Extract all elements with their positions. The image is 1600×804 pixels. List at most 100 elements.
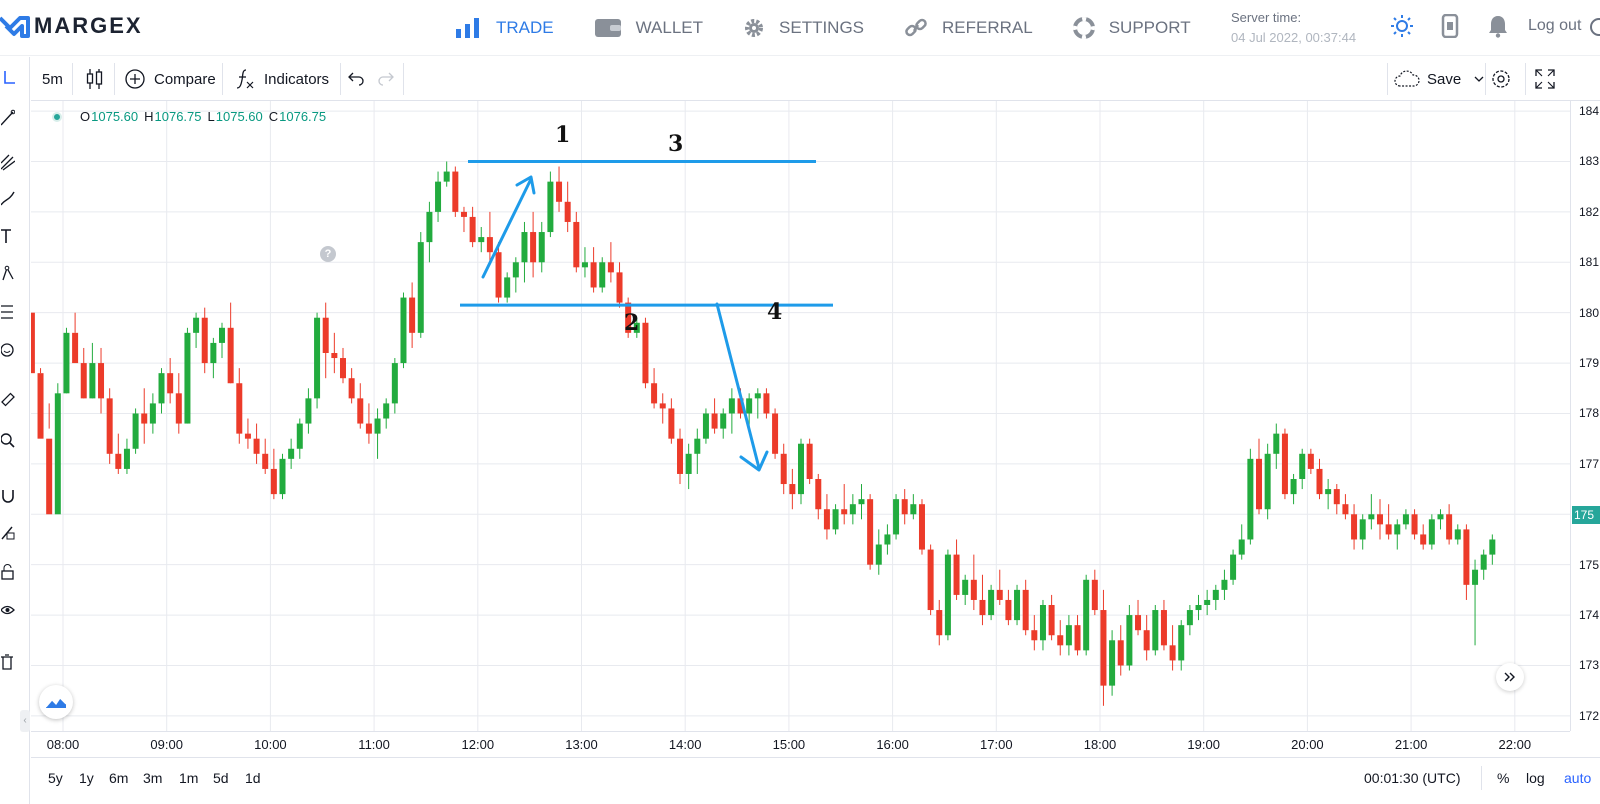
brush-tool[interactable] <box>0 187 16 209</box>
gear-icon <box>1492 70 1510 88</box>
bottom-bar: 5y 1y 6m 3m 1m 5d 1d 00:01:30 (UTC) % lo… <box>31 757 1600 804</box>
candle-body <box>616 272 623 303</box>
save-button[interactable]: Save <box>1393 57 1485 101</box>
candle <box>296 418 303 459</box>
nav-referral[interactable]: REFERRAL <box>904 17 1033 39</box>
zoom-tool[interactable] <box>0 429 16 451</box>
nav-trade[interactable]: TRADE <box>456 18 554 38</box>
nav-referral-label: REFERRAL <box>942 18 1033 37</box>
candle <box>815 473 822 520</box>
candle-body <box>1117 640 1124 666</box>
notifications-button[interactable] <box>1486 14 1510 38</box>
compare-button[interactable]: Compare <box>124 57 216 101</box>
candle <box>1351 504 1358 550</box>
utc-clock[interactable]: 00:01:30 (UTC) <box>1364 770 1460 786</box>
candle <box>31 312 35 374</box>
time-axis[interactable]: 08:00 09:00 10:00 11:00 12:00 13:00 14:00 15:00… <box>31 731 1570 757</box>
measure-tool[interactable] <box>0 389 16 411</box>
candle-body <box>521 232 528 263</box>
range-6m[interactable]: 6m <box>109 770 128 786</box>
mobile-app-button[interactable] <box>1438 14 1462 38</box>
text-tool[interactable] <box>0 225 16 247</box>
price-label: 180 <box>1579 305 1600 320</box>
lock-tool[interactable] <box>0 561 16 583</box>
range-5d[interactable]: 5d <box>213 770 229 786</box>
collapse-toolbar-handle[interactable]: ‹ <box>20 710 30 732</box>
range-5y[interactable]: 5y <box>48 770 63 786</box>
help-icon[interactable]: ? <box>320 246 336 262</box>
prediction-tool[interactable] <box>0 301 16 323</box>
candle-body <box>219 327 226 343</box>
candle-body <box>754 393 761 399</box>
hide-drawings-tool[interactable] <box>0 599 16 621</box>
candle-body <box>1109 640 1116 686</box>
trendline-tool[interactable] <box>0 107 16 129</box>
nav-wallet-label: WALLET <box>635 18 704 37</box>
pattern-tool[interactable] <box>0 263 16 285</box>
price-label: 172 <box>1579 708 1600 723</box>
candle <box>236 368 243 444</box>
nav-trade-label: TRADE <box>496 18 554 37</box>
candle-body <box>573 221 580 268</box>
candle <box>1212 584 1219 611</box>
candle <box>521 221 528 283</box>
logout-icon[interactable] <box>1588 16 1600 38</box>
candle <box>452 166 459 217</box>
candle-body <box>1204 599 1211 605</box>
candle-body <box>37 373 44 439</box>
range-1d[interactable]: 1d <box>245 770 261 786</box>
candle-body <box>1463 529 1470 585</box>
nav-support[interactable]: SUPPORT <box>1072 17 1191 39</box>
candle <box>970 554 977 611</box>
candle-body <box>590 262 597 288</box>
interval-selector[interactable]: 5m <box>42 57 63 101</box>
candle-body <box>1368 514 1375 520</box>
candle-body <box>893 499 900 535</box>
candle-body <box>1376 514 1383 525</box>
price-scale[interactable]: 184183182181180179178177176175174173172 <box>1570 101 1600 731</box>
chart-type-button[interactable] <box>86 57 104 101</box>
candle-body <box>1048 605 1055 636</box>
candle <box>443 161 450 187</box>
candle-body <box>1005 599 1012 621</box>
tradingview-logo[interactable] <box>39 685 73 719</box>
stay-drawing-tool[interactable] <box>0 521 16 543</box>
bell-icon <box>1489 16 1507 38</box>
fib-tool[interactable] <box>0 151 16 173</box>
fullscreen-button[interactable] <box>1534 57 1556 101</box>
candle-body <box>158 373 165 404</box>
indicators-button[interactable]: Indicators <box>234 57 329 101</box>
ohlc-open: 1075.60 <box>91 109 139 124</box>
range-1y[interactable]: 1y <box>79 770 94 786</box>
chart-settings-button[interactable] <box>1490 57 1512 101</box>
undo-button[interactable] <box>347 57 365 101</box>
candle <box>80 347 87 399</box>
candle <box>98 347 105 414</box>
log-scale-toggle[interactable]: log <box>1526 770 1545 786</box>
candle-body <box>1126 615 1133 666</box>
candle <box>702 408 709 444</box>
candle-body <box>409 297 416 333</box>
nav-wallet[interactable]: WALLET <box>594 17 703 39</box>
redo-button[interactable] <box>377 57 395 101</box>
theme-toggle[interactable] <box>1390 14 1414 38</box>
percent-scale-toggle[interactable]: % <box>1497 770 1509 786</box>
nav-settings[interactable]: SETTINGS <box>743 17 864 39</box>
remove-drawings-tool[interactable] <box>0 651 16 673</box>
logo[interactable]: MARGEX <box>0 12 143 40</box>
scroll-to-realtime-button[interactable] <box>1496 663 1524 691</box>
candle-body <box>694 438 701 454</box>
price-chart[interactable] <box>31 101 1570 731</box>
logout-button[interactable]: Log out <box>1528 17 1581 35</box>
candle <box>962 574 969 605</box>
range-1m[interactable]: 1m <box>179 770 198 786</box>
range-3m[interactable]: 3m <box>143 770 162 786</box>
emoji-tool[interactable] <box>0 339 16 361</box>
candle <box>1109 630 1116 696</box>
magnet-tool[interactable] <box>0 485 16 507</box>
candle <box>270 448 277 500</box>
crosshair-tool[interactable] <box>0 67 16 89</box>
candle-body <box>1039 605 1046 641</box>
auto-scale-toggle[interactable]: auto <box>1564 770 1591 786</box>
candle-body <box>1411 514 1418 535</box>
